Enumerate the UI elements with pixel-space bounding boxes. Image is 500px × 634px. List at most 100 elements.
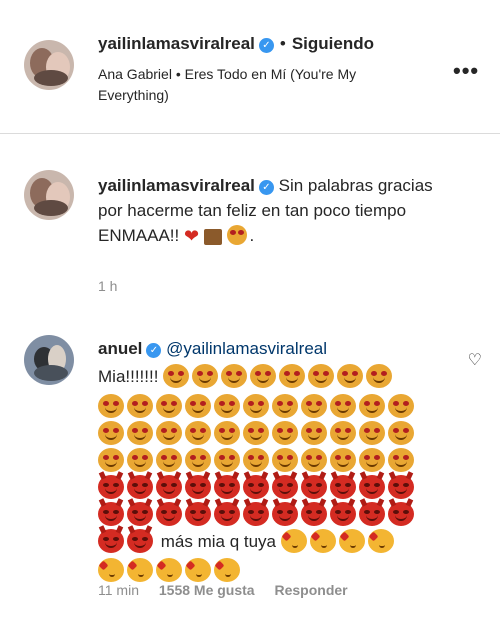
caption-username[interactable]: yailinlamasviralreal xyxy=(98,176,255,195)
heart-eyes-icon xyxy=(388,421,414,446)
devil-icon xyxy=(214,498,240,527)
heart-eyes-icon xyxy=(272,421,298,446)
heart-eyes-icon xyxy=(98,421,124,446)
kiss-icon xyxy=(309,529,336,554)
heart-eyes-icon xyxy=(337,364,364,389)
heart-eyes-icon xyxy=(366,364,393,389)
header-line: yailinlamasviralreal ✓ • Siguiendo xyxy=(98,34,374,54)
devil-icon xyxy=(301,498,327,527)
emoji-row xyxy=(98,558,438,585)
heart-eyes-icon xyxy=(214,421,240,446)
heart-eyes-icon xyxy=(359,448,385,473)
heart-eyes-icon xyxy=(243,394,269,419)
heart-eyes-icon xyxy=(359,421,385,446)
heart-eyes-icon xyxy=(185,421,211,446)
comment-body: anuel ✓ @yailinlamasviralreal Mia!!!!!!! … xyxy=(98,336,438,585)
heart-eyes-icon xyxy=(156,421,182,446)
devil-icon xyxy=(243,471,269,500)
heart-eyes-icon xyxy=(226,225,247,246)
couple-with-heart-icon xyxy=(203,228,222,245)
heart-eyes-icon xyxy=(243,448,269,473)
heart-eyes-icon xyxy=(163,364,190,389)
username-link[interactable]: yailinlamasviralreal xyxy=(98,34,255,53)
heart-eyes-icon xyxy=(330,421,356,446)
emoji-row xyxy=(98,525,156,554)
devil-icon xyxy=(127,471,153,500)
heart-eyes-icon xyxy=(330,394,356,419)
comment-row: anuel ✓ @yailinlamasviralreal Mia!!!!!!! … xyxy=(0,330,500,630)
devil-icon xyxy=(127,498,153,527)
heart-eyes-icon xyxy=(272,448,298,473)
devil-icon xyxy=(272,471,298,500)
caption-text-block: yailinlamasviralreal ✓ Sin palabras graci… xyxy=(98,173,458,249)
comment-username[interactable]: anuel xyxy=(98,339,142,358)
heart-eyes-icon xyxy=(185,394,211,419)
heart-eyes-icon xyxy=(214,448,240,473)
following-button[interactable]: Siguiendo xyxy=(292,34,374,53)
heart-eyes-icon xyxy=(250,364,277,389)
heart-eyes-icon xyxy=(221,364,248,389)
comment-line-two: Mia!!!!!!! xyxy=(98,364,438,391)
comment-time: 11 min xyxy=(98,582,139,598)
emoji-row xyxy=(280,529,397,554)
devil-icon xyxy=(156,498,182,527)
avatar[interactable] xyxy=(24,40,74,90)
kiss-icon xyxy=(338,529,365,554)
heart-eyes-icon xyxy=(98,448,124,473)
devil-icon xyxy=(127,525,153,554)
heart-eyes-icon xyxy=(185,448,211,473)
heart-eyes-icon xyxy=(127,421,153,446)
heart-eyes-icon xyxy=(301,421,327,446)
heart-eyes-icon xyxy=(214,394,240,419)
devil-icon xyxy=(243,498,269,527)
heart-eyes-icon xyxy=(156,448,182,473)
emoji-row xyxy=(163,364,395,389)
mention-link[interactable]: @yailinlamasviralreal xyxy=(166,339,327,358)
heart-outline-icon[interactable]: ♡ xyxy=(468,350,482,370)
avatar[interactable] xyxy=(24,335,74,385)
heart-eyes-icon xyxy=(330,448,356,473)
post-header: yailinlamasviralreal ✓ • Siguiendo Ana Gabr… xyxy=(0,0,500,134)
devil-icon xyxy=(185,471,211,500)
heart-eyes-icon xyxy=(98,394,124,419)
devil-icon xyxy=(301,471,327,500)
heart-eyes-icon xyxy=(359,394,385,419)
kiss-icon xyxy=(156,558,182,583)
comment-line-mid: más mia q tuya xyxy=(98,525,438,556)
heart-eyes-icon xyxy=(301,448,327,473)
devil-icon xyxy=(214,471,240,500)
heart-eyes-icon xyxy=(127,394,153,419)
heart-eyes-icon xyxy=(243,421,269,446)
audio-link[interactable]: Ana Gabriel • Eres Todo en Mí (You're My… xyxy=(98,64,428,106)
heart-eyes-icon xyxy=(127,448,153,473)
devil-icon xyxy=(185,498,211,527)
heart-eyes-icon xyxy=(272,394,298,419)
likes-count[interactable]: 1558 Me gusta xyxy=(159,582,255,598)
comment-first-line: anuel ✓ @yailinlamasviralreal xyxy=(98,336,438,361)
kiss-icon xyxy=(214,558,240,583)
heart-eyes-icon xyxy=(192,364,219,389)
devil-icon xyxy=(388,471,414,500)
comment-text-middle: más mia q tuya xyxy=(160,532,276,552)
verified-badge-icon: ✓ xyxy=(258,38,274,53)
comment-text-start: Mia!!!!!!! xyxy=(98,367,159,386)
heart-eyes-icon xyxy=(388,394,414,419)
devil-icon xyxy=(388,498,414,527)
separator-dot: • xyxy=(279,34,286,53)
avatar[interactable] xyxy=(24,170,74,220)
red-heart-icon: ❤ xyxy=(183,226,200,247)
devil-icon xyxy=(330,471,356,500)
heart-eyes-icon xyxy=(308,364,335,389)
kiss-icon xyxy=(127,558,153,583)
devil-icon xyxy=(156,471,182,500)
devil-icon xyxy=(272,498,298,527)
more-horizontal-icon[interactable]: ••• xyxy=(453,58,479,84)
verified-badge-icon: ✓ xyxy=(146,343,162,358)
caption-trailing: . xyxy=(249,226,255,245)
heart-eyes-icon xyxy=(156,394,182,419)
kiss-icon xyxy=(98,558,124,583)
devil-icon xyxy=(98,525,124,554)
reply-button[interactable]: Responder xyxy=(274,582,347,598)
verified-badge-icon: ✓ xyxy=(258,180,274,195)
emoji-grid xyxy=(98,394,428,529)
